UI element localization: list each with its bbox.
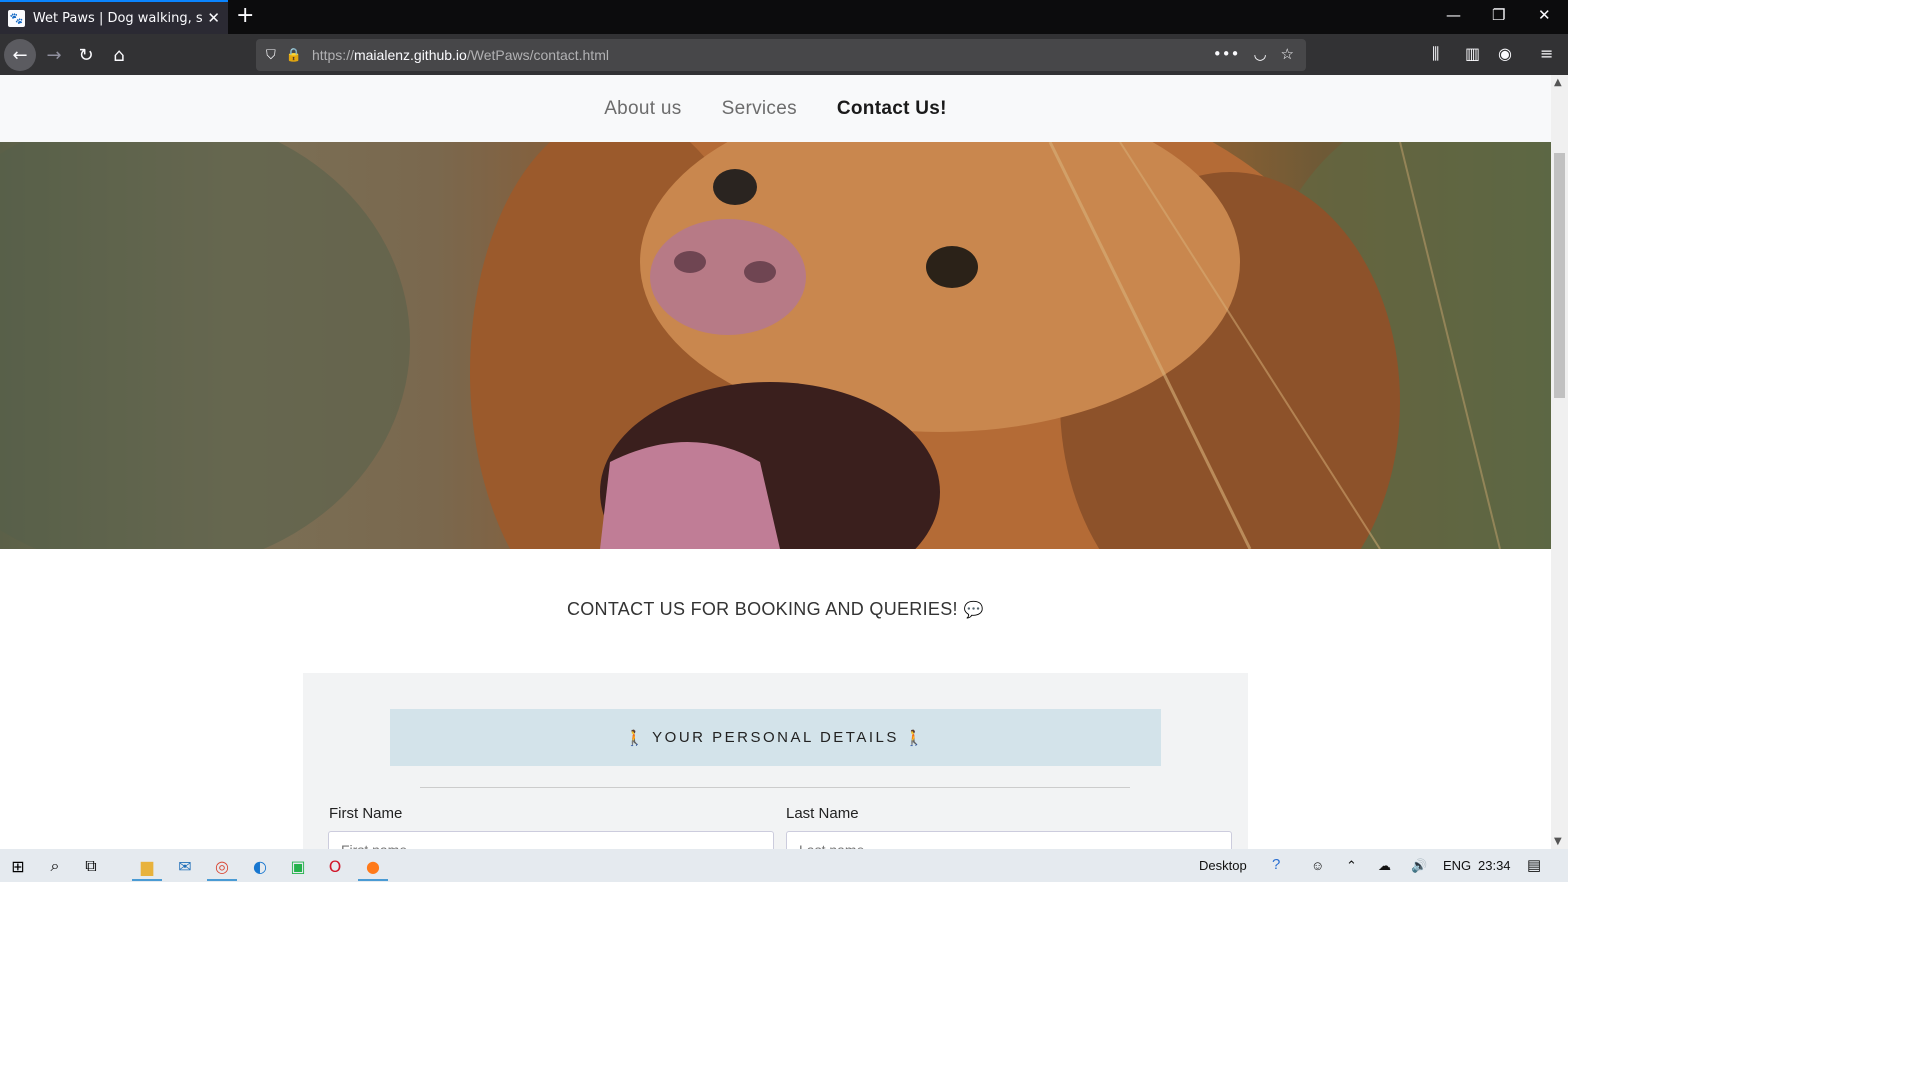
desktop-toolbar-label[interactable]: Desktop [1199, 858, 1247, 873]
forward-arrow-icon[interactable]: → [38, 39, 70, 71]
last-name-input[interactable] [786, 831, 1232, 849]
close-window-icon[interactable]: ✕ [1538, 6, 1551, 24]
active-app-indicator [207, 879, 237, 881]
walking-person-icon: 🚶 [904, 729, 927, 747]
first-name-input[interactable] [328, 831, 774, 849]
minimize-icon[interactable]: — [1446, 6, 1461, 24]
account-icon[interactable]: ◉ [1498, 44, 1512, 63]
dog-photo-icon [0, 142, 1551, 549]
hero-dog-image [0, 142, 1551, 549]
personal-details-banner: 🚶 YOUR PERSONAL DETAILS 🚶 [390, 709, 1161, 766]
task-view-icon[interactable]: ⧉ [80, 855, 102, 877]
nav-services[interactable]: Services [722, 98, 797, 120]
divider [420, 787, 1130, 788]
shield-icon[interactable]: ⛉ [266, 48, 276, 63]
contact-form: 🚶 YOUR PERSONAL DETAILS 🚶 First Name Las… [303, 673, 1248, 849]
edge-icon[interactable]: ◐ [249, 855, 271, 877]
page-scrollbar[interactable]: ▲ ▼ [1551, 75, 1568, 849]
chevron-up-icon[interactable]: ⌃ [1346, 858, 1357, 874]
menu-icon[interactable]: ≡ [1540, 44, 1553, 63]
close-tab-icon[interactable]: ✕ [207, 9, 220, 27]
language-indicator[interactable]: ENG [1443, 858, 1471, 873]
nav-contact-us[interactable]: Contact Us! [837, 98, 947, 120]
web-page: About us Services Contact Us! CONTACT US… [0, 75, 1551, 849]
messaging-app-icon[interactable]: ▣ [287, 855, 309, 877]
contact-heading: CONTACT US FOR BOOKING AND QUERIES! 💬 [566, 599, 985, 619]
first-name-label: First Name [329, 805, 403, 822]
library-icon[interactable]: ⫼ [1432, 44, 1439, 64]
people-icon[interactable]: ☺ [1311, 858, 1324, 873]
search-icon[interactable]: ⌕ [44, 855, 66, 877]
last-name-label: Last Name [786, 805, 859, 822]
address-bar[interactable]: ⛉ 🔒 https://maialenz.github.io/WetPaws/c… [256, 39, 1306, 71]
firefox-icon[interactable]: ● [362, 855, 384, 877]
help-icon[interactable]: ? [1272, 856, 1280, 873]
tab-bar: 🐾 Wet Paws | Dog walking, sitting ✕ + — … [0, 0, 1568, 34]
url-text[interactable]: https://maialenz.github.io/WetPaws/conta… [312, 47, 609, 63]
opera-icon[interactable]: O [324, 855, 346, 877]
scroll-up-icon[interactable]: ▲ [1554, 77, 1562, 88]
lock-icon[interactable]: 🔒 [286, 48, 302, 63]
nav-about-us[interactable]: About us [604, 98, 681, 120]
walking-person-icon: 🚶 [624, 729, 647, 747]
home-icon[interactable]: ⌂ [103, 39, 135, 71]
reload-icon[interactable]: ↻ [70, 39, 102, 71]
scroll-down-icon[interactable]: ▼ [1554, 836, 1562, 847]
windows-start-icon[interactable]: ⊞ [7, 855, 29, 877]
notifications-icon[interactable]: ▤ [1527, 856, 1541, 874]
bookmark-star-icon[interactable]: ☆ [1281, 45, 1294, 63]
volume-icon[interactable]: 🔊 [1411, 858, 1427, 874]
mail-icon[interactable]: ✉ [174, 855, 196, 877]
back-arrow-icon[interactable]: ← [4, 39, 36, 71]
pocket-icon[interactable]: ◡ [1253, 45, 1266, 63]
clock[interactable]: 23:34 [1478, 858, 1511, 873]
active-app-indicator [132, 879, 162, 881]
active-app-indicator [358, 879, 388, 881]
chrome-icon[interactable]: ◎ [211, 855, 233, 877]
windows-taskbar: ⊞ ⌕ ⧉ ▆ ✉ ◎ ◐ ▣ O ● Desktop ? ☺ ⌃ ☁ 🔊 EN… [0, 849, 1568, 882]
paw-favicon-icon: 🐾 [8, 9, 25, 27]
tab-title: Wet Paws | Dog walking, sitting [32, 10, 204, 26]
scroll-thumb[interactable] [1554, 153, 1565, 398]
site-navigation: About us Services Contact Us! [0, 75, 1551, 142]
restore-icon[interactable]: ❐ [1492, 6, 1505, 24]
sidebar-icon[interactable]: ▥ [1465, 44, 1480, 63]
onedrive-icon[interactable]: ☁ [1378, 858, 1391, 874]
browser-tab[interactable]: 🐾 Wet Paws | Dog walking, sitting ✕ [0, 0, 228, 34]
chat-icon: 💬 [963, 602, 985, 619]
new-tab-icon[interactable]: + [236, 3, 254, 28]
file-explorer-icon[interactable]: ▆ [136, 855, 158, 877]
more-actions-icon[interactable]: ••• [1213, 45, 1240, 63]
